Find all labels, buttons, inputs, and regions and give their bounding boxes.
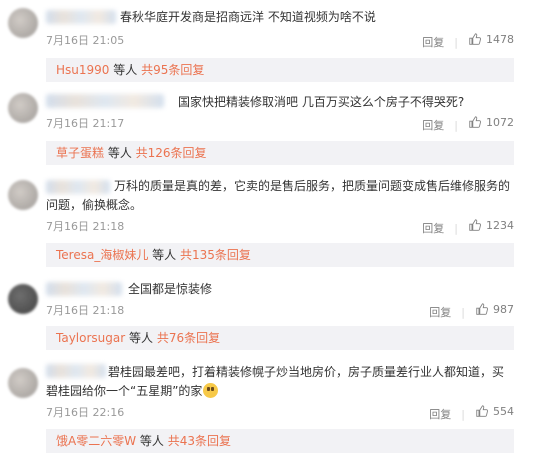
reply-count[interactable]: 共126条回复 (136, 146, 207, 160)
reply-button[interactable]: 回复 (422, 119, 444, 132)
divider: | (461, 306, 465, 319)
reply-user-link[interactable]: Taylorsugar (56, 331, 125, 345)
like-count: 1478 (486, 32, 514, 46)
username[interactable] (46, 94, 164, 108)
reply-button[interactable]: 回复 (429, 306, 451, 319)
username[interactable] (46, 282, 122, 296)
like-button[interactable]: 1478 (468, 32, 514, 46)
comment-text: 国家快把精装修取消吧 几百万买这么个房子不得哭死? (178, 95, 465, 109)
reply-count[interactable]: 共95条回复 (141, 63, 204, 77)
username[interactable] (46, 364, 106, 378)
thumbs-up-icon (476, 405, 488, 417)
reply-middle-text: 等人 (104, 146, 136, 160)
avatar[interactable] (8, 368, 38, 398)
like-button[interactable]: 1072 (468, 115, 514, 129)
thumbs-up-icon (469, 116, 481, 128)
comment-actions: 回复 | 987 (429, 302, 514, 320)
reply-middle-text: 等人 (148, 248, 180, 262)
like-count: 1072 (486, 115, 514, 129)
comment-text-continued: 碧桂园给你一个“五星期”的家 (46, 382, 514, 401)
divider: | (454, 119, 458, 132)
reply-count[interactable]: 共76条回复 (157, 331, 220, 345)
reply-middle-text: 等人 (136, 434, 168, 448)
comment-text: 万科的质量是真的差，它卖的是售后服务，把质量问题变成售后维修服务的 (114, 179, 511, 193)
comment-time: 7月16日 21:17 (46, 117, 125, 130)
grin-emoji-icon (203, 383, 219, 398)
avatar[interactable] (8, 180, 38, 210)
like-button[interactable]: 554 (475, 404, 514, 418)
comment-text: 春秋华庭开发商是招商远洋 不知道视频为啥不说 (120, 10, 376, 24)
avatar[interactable] (8, 8, 38, 38)
reply-button[interactable]: 回复 (429, 408, 451, 421)
reply-summary[interactable]: Hsu1990 等人 共95条回复 (46, 58, 514, 82)
reply-user-link[interactable]: Teresa_海椒妹儿 (56, 248, 148, 262)
divider: | (454, 36, 458, 49)
thumbs-up-icon (476, 303, 488, 315)
divider: | (454, 222, 458, 235)
comment-time: 7月16日 22:16 (46, 406, 125, 419)
like-button[interactable]: 987 (475, 302, 514, 316)
comment-text: 碧桂园最差吧，打着精装修幌子炒当地房价，房子质量差行业人都知道，买 (108, 365, 505, 379)
reply-summary[interactable]: Taylorsugar 等人 共76条回复 (46, 326, 514, 350)
like-count: 1234 (486, 218, 514, 232)
comment-actions: 回复 | 1478 (422, 32, 514, 50)
reply-button[interactable]: 回复 (422, 36, 444, 49)
like-button[interactable]: 1234 (468, 218, 514, 232)
reply-middle-text: 等人 (125, 331, 157, 345)
reply-count[interactable]: 共43条回复 (168, 434, 231, 448)
reply-button[interactable]: 回复 (422, 222, 444, 235)
divider: | (461, 408, 465, 421)
comment-time: 7月16日 21:18 (46, 304, 125, 317)
username[interactable] (46, 180, 110, 194)
reply-middle-text: 等人 (109, 63, 142, 77)
reply-user-link[interactable]: 饿A零二六零W (56, 434, 136, 448)
comment-actions: 回复 | 1234 (422, 218, 514, 236)
username[interactable] (46, 10, 116, 24)
comment-time: 7月16日 21:18 (46, 220, 125, 233)
reply-count[interactable]: 共135条回复 (180, 248, 251, 262)
reply-summary[interactable]: 饿A零二六零W 等人 共43条回复 (46, 429, 514, 453)
thumbs-up-icon (469, 33, 481, 45)
like-count: 987 (493, 302, 514, 316)
avatar[interactable] (8, 93, 38, 123)
comment-actions: 回复 | 1072 (422, 115, 514, 133)
comment-time: 7月16日 21:05 (46, 34, 125, 47)
comment-text: 全国都是惊装修 (128, 282, 213, 296)
thumbs-up-icon (469, 219, 481, 231)
reply-summary[interactable]: 草子蛋糕 等人 共126条回复 (46, 141, 514, 165)
comment-text-continued: 问题，偷换概念。 (46, 198, 143, 212)
reply-summary[interactable]: Teresa_海椒妹儿 等人 共135条回复 (46, 243, 514, 267)
like-count: 554 (493, 404, 514, 418)
reply-user-link[interactable]: Hsu1990 (56, 63, 109, 77)
comment-actions: 回复 | 554 (429, 404, 514, 422)
reply-user-link[interactable]: 草子蛋糕 (56, 146, 104, 160)
avatar[interactable] (8, 284, 38, 314)
